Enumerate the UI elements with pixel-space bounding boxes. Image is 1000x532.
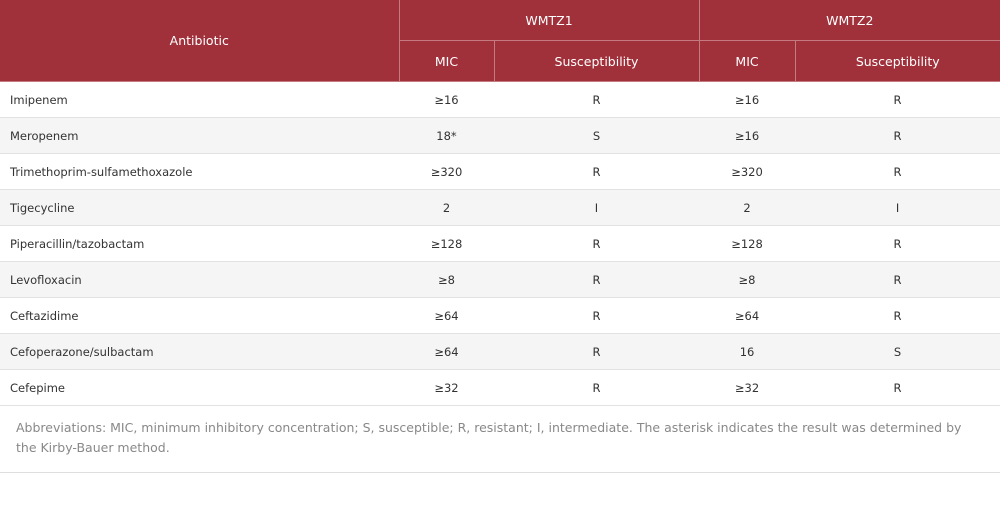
table-row: Imipenem ≥16 R ≥16 R [0, 81, 1000, 118]
susceptibility-cell: R [494, 297, 700, 334]
table-row: Tigecycline 2 I 2 I [0, 189, 1000, 226]
mic-cell: ≥16 [399, 81, 494, 118]
mic-cell: 18* [399, 117, 494, 154]
table-row: Levofloxacin ≥8 R ≥8 R [0, 261, 1000, 298]
susceptibility-cell: I [795, 189, 1000, 226]
header-antibiotic: Antibiotic [0, 0, 400, 82]
mic-cell: ≥128 [399, 225, 494, 262]
susceptibility-cell: R [494, 333, 700, 370]
susceptibility-cell: R [795, 369, 1000, 406]
mic-cell: ≥64 [699, 297, 796, 334]
susceptibility-cell: S [795, 333, 1000, 370]
mic-cell: ≥32 [399, 369, 494, 406]
header-strain-wmtz1: WMTZ1 [398, 0, 700, 41]
table-row: Cefepime ≥32 R ≥32 R [0, 369, 1000, 406]
table-row: Piperacillin/tazobactam ≥128 R ≥128 R [0, 225, 1000, 262]
susceptibility-cell: R [795, 297, 1000, 334]
antibiotic-cell: Cefoperazone/sulbactam [0, 333, 399, 370]
mic-cell: ≥8 [699, 261, 796, 298]
susceptibility-cell: R [795, 261, 1000, 298]
table-row: Trimethoprim-sulfamethoxazole ≥320 R ≥32… [0, 153, 1000, 190]
susceptibility-cell: R [795, 153, 1000, 190]
antibiotic-cell: Imipenem [0, 81, 399, 118]
table-row: Ceftazidime ≥64 R ≥64 R [0, 297, 1000, 334]
header-susceptibility-1: Susceptibility [493, 40, 700, 82]
susceptibility-cell: R [795, 81, 1000, 118]
susceptibility-cell: I [494, 189, 700, 226]
susceptibility-table: Antibiotic WMTZ1 WMTZ2 MIC Susceptibilit… [0, 0, 1000, 406]
mic-cell: ≥8 [399, 261, 494, 298]
antibiotic-cell: Trimethoprim-sulfamethoxazole [0, 153, 399, 190]
susceptibility-table-container: Antibiotic WMTZ1 WMTZ2 MIC Susceptibilit… [0, 0, 1000, 473]
antibiotic-cell: Tigecycline [0, 189, 399, 226]
susceptibility-cell: R [795, 117, 1000, 154]
antibiotic-cell: Meropenem [0, 117, 399, 154]
susceptibility-cell: R [494, 153, 700, 190]
antibiotic-cell: Levofloxacin [0, 261, 399, 298]
mic-cell: ≥320 [399, 153, 494, 190]
susceptibility-cell: R [494, 225, 700, 262]
header-mic-2: MIC [698, 40, 796, 82]
mic-cell: ≥16 [699, 117, 796, 154]
mic-cell: 2 [699, 189, 796, 226]
susceptibility-cell: R [494, 369, 700, 406]
header-susceptibility-2: Susceptibility [794, 40, 1000, 82]
mic-cell: ≥320 [699, 153, 796, 190]
table-footnote: Abbreviations: MIC, minimum inhibitory c… [0, 406, 1000, 473]
antibiotic-cell: Ceftazidime [0, 297, 399, 334]
header-mic-1: MIC [398, 40, 495, 82]
antibiotic-cell: Cefepime [0, 369, 399, 406]
mic-cell: ≥128 [699, 225, 796, 262]
mic-cell: ≥64 [399, 333, 494, 370]
susceptibility-cell: R [795, 225, 1000, 262]
mic-cell: ≥32 [699, 369, 796, 406]
mic-cell: ≥16 [699, 81, 796, 118]
antibiotic-cell: Piperacillin/tazobactam [0, 225, 399, 262]
susceptibility-cell: R [494, 261, 700, 298]
mic-cell: 16 [699, 333, 796, 370]
header-strain-wmtz2: WMTZ2 [698, 0, 1000, 41]
mic-cell: 2 [399, 189, 494, 226]
table-row: Meropenem 18* S ≥16 R [0, 117, 1000, 154]
mic-cell: ≥64 [399, 297, 494, 334]
susceptibility-cell: S [494, 117, 700, 154]
susceptibility-cell: R [494, 81, 700, 118]
table-row: Cefoperazone/sulbactam ≥64 R 16 S [0, 333, 1000, 370]
